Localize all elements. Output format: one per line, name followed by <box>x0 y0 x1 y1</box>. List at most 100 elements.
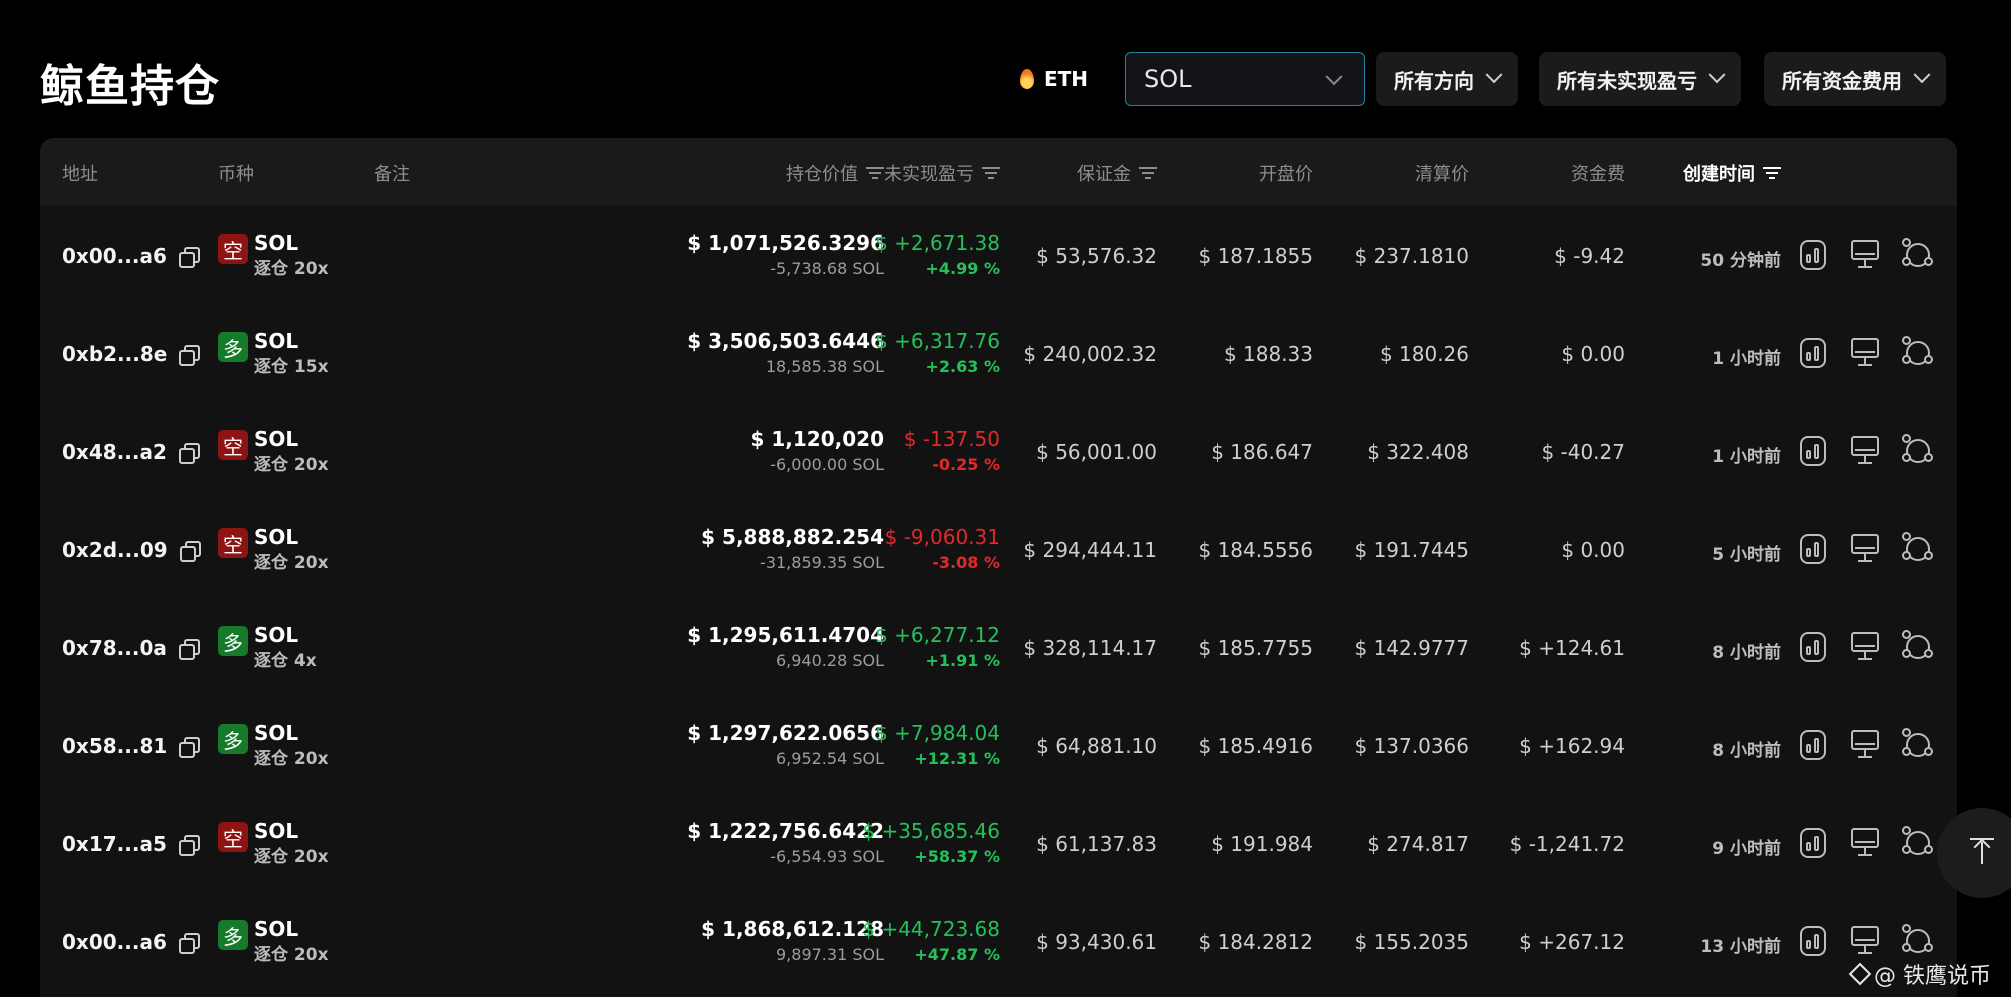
col-funding: 资金费 <box>1571 164 1625 185</box>
coin-cell: 空 SOL 逐仓 20x <box>218 426 329 478</box>
col-note: 备注 <box>374 164 410 185</box>
margin-value: $ 64,881.10 <box>1036 734 1157 758</box>
position-value-cell: $ 1,868,612.128 9,897.31 SOL <box>701 916 884 968</box>
table-row[interactable]: 0x17...a5 空 SOL 逐仓 20x $ 1,222,756.6422 … <box>40 796 1957 894</box>
position-value: $ 3,506,503.6446 <box>687 329 884 353</box>
col-margin[interactable]: 保证金 <box>1077 160 1157 186</box>
position-value-cell: $ 1,071,526.3296 -5,738.68 SOL <box>687 230 884 282</box>
copy-icon[interactable] <box>178 247 200 268</box>
liquidation-price: $ 155.2035 <box>1354 930 1469 954</box>
side-badge: 多 <box>218 332 248 362</box>
copy-icon[interactable] <box>178 443 200 464</box>
chart-icon-button[interactable] <box>1800 826 1834 860</box>
address-cell: 0x58...81 <box>62 734 201 758</box>
copy-icon[interactable] <box>178 933 200 954</box>
margin-value: $ 53,576.32 <box>1036 244 1157 268</box>
pnl-value: $ +6,277.12 <box>875 623 1000 647</box>
table-row[interactable]: 0x78...0a 多 SOL 逐仓 4x $ 1,295,611.4704 6… <box>40 600 1957 698</box>
monitor-icon-button[interactable] <box>1851 826 1885 860</box>
coin-cell: 空 SOL 逐仓 20x <box>218 818 329 870</box>
share-icon-button[interactable] <box>1902 434 1936 468</box>
chart-icon-button[interactable] <box>1800 336 1834 370</box>
monitor-icon <box>1851 336 1881 368</box>
margin-value: $ 93,430.61 <box>1036 930 1157 954</box>
share-icon-button[interactable] <box>1902 924 1936 958</box>
unrealized-pnl-cell: $ -137.50 -0.25 % <box>904 426 1000 478</box>
share-icon-button[interactable] <box>1902 238 1936 272</box>
sort-icon[interactable] <box>1763 167 1781 179</box>
page-title: 鲸鱼持仓 <box>40 61 220 112</box>
chart-icon <box>1800 926 1826 956</box>
position-value: $ 1,868,612.128 <box>701 917 884 941</box>
share-icon <box>1902 434 1934 466</box>
copy-icon[interactable] <box>179 345 201 366</box>
share-icon <box>1902 630 1934 662</box>
sort-icon[interactable] <box>1139 167 1157 179</box>
table-row[interactable]: 0x2d...09 空 SOL 逐仓 20x $ 5,888,882.254 -… <box>40 502 1957 600</box>
address-cell: 0x78...0a <box>62 636 200 660</box>
monitor-icon-button[interactable] <box>1851 630 1885 664</box>
share-icon <box>1902 336 1934 368</box>
funding-fee-filter[interactable]: 所有资金费用 <box>1764 52 1946 106</box>
chart-icon-button[interactable] <box>1800 630 1834 664</box>
address-cell: 0x2d...09 <box>62 538 201 562</box>
table-row[interactable]: 0xb2...8e 多 SOL 逐仓 15x $ 3,506,503.6446 … <box>40 306 1957 404</box>
unrealized-pnl-filter[interactable]: 所有未实现盈亏 <box>1539 52 1741 106</box>
unrealized-pnl-cell: $ +2,671.38 +4.99 % <box>875 230 1000 282</box>
leverage-text: 逐仓 20x <box>254 749 329 769</box>
chart-icon-button[interactable] <box>1800 434 1834 468</box>
monitor-icon <box>1851 532 1881 564</box>
share-icon-button[interactable] <box>1902 532 1936 566</box>
eth-filter-chip[interactable]: ETH <box>1020 58 1088 100</box>
share-icon-button[interactable] <box>1902 826 1936 860</box>
leverage-text: 逐仓 20x <box>254 847 329 867</box>
chart-icon-button[interactable] <box>1800 532 1834 566</box>
side-badge: 空 <box>218 234 248 264</box>
col-unrealized-pnl[interactable]: 未实现盈亏 <box>884 160 1000 186</box>
chart-icon-button[interactable] <box>1800 728 1834 762</box>
sort-icon[interactable] <box>866 167 884 179</box>
margin-value: $ 328,114.17 <box>1023 636 1157 660</box>
col-open-price: 开盘价 <box>1259 164 1313 185</box>
direction-filter[interactable]: 所有方向 <box>1376 52 1518 106</box>
share-icon-button[interactable] <box>1902 630 1936 664</box>
coin-symbol: SOL <box>254 721 299 745</box>
share-icon-button[interactable] <box>1902 336 1936 370</box>
pnl-percent: +4.99 % <box>925 259 1000 278</box>
coin-symbol: SOL <box>254 427 299 451</box>
open-price: $ 184.2812 <box>1198 930 1313 954</box>
table-row[interactable]: 0x00...a6 多 SOL 逐仓 20x $ 1,868,612.128 9… <box>40 894 1957 992</box>
share-icon-button[interactable] <box>1902 728 1936 762</box>
coin-select[interactable]: SOL <box>1125 52 1365 106</box>
created-time: 1 小时前 <box>1712 447 1781 467</box>
leverage-text: 逐仓 20x <box>254 259 329 279</box>
copy-icon[interactable] <box>178 835 200 856</box>
monitor-icon-button[interactable] <box>1851 238 1885 272</box>
table-row[interactable]: 0x48...a2 空 SOL 逐仓 20x $ 1,120,020 -6,00… <box>40 404 1957 502</box>
position-value-cell: $ 3,506,503.6446 18,585.38 SOL <box>687 328 884 380</box>
table-row[interactable]: 0x58...81 多 SOL 逐仓 20x $ 1,297,622.0656 … <box>40 698 1957 796</box>
table-row[interactable]: 0x00...a6 空 SOL 逐仓 20x $ 1,071,526.3296 … <box>40 208 1957 306</box>
chart-icon-button[interactable] <box>1800 238 1834 272</box>
monitor-icon-button[interactable] <box>1851 924 1885 958</box>
created-time: 5 小时前 <box>1712 545 1781 565</box>
monitor-icon-button[interactable] <box>1851 532 1885 566</box>
leverage-text: 逐仓 15x <box>254 357 329 377</box>
copy-icon[interactable] <box>178 639 200 660</box>
coin-cell: 多 SOL 逐仓 4x <box>218 622 317 674</box>
address-text: 0x00...a6 <box>62 244 167 268</box>
col-position-value[interactable]: 持仓价值 <box>786 160 884 186</box>
copy-icon[interactable] <box>179 737 201 758</box>
chart-icon <box>1800 436 1826 466</box>
col-created[interactable]: 创建时间 <box>1683 160 1781 186</box>
table-header: 地址 币种 备注 持仓价值 未实现盈亏 保证金 开盘价 清算价 资金费 创建时间 <box>40 138 1957 206</box>
monitor-icon-button[interactable] <box>1851 434 1885 468</box>
monitor-icon-button[interactable] <box>1851 728 1885 762</box>
open-price: $ 185.4916 <box>1198 734 1313 758</box>
monitor-icon-button[interactable] <box>1851 336 1885 370</box>
open-price: $ 184.5556 <box>1198 538 1313 562</box>
copy-icon[interactable] <box>179 541 201 562</box>
sort-icon[interactable] <box>982 167 1000 179</box>
address-text: 0xb2...8e <box>62 342 168 366</box>
chart-icon-button[interactable] <box>1800 924 1834 958</box>
